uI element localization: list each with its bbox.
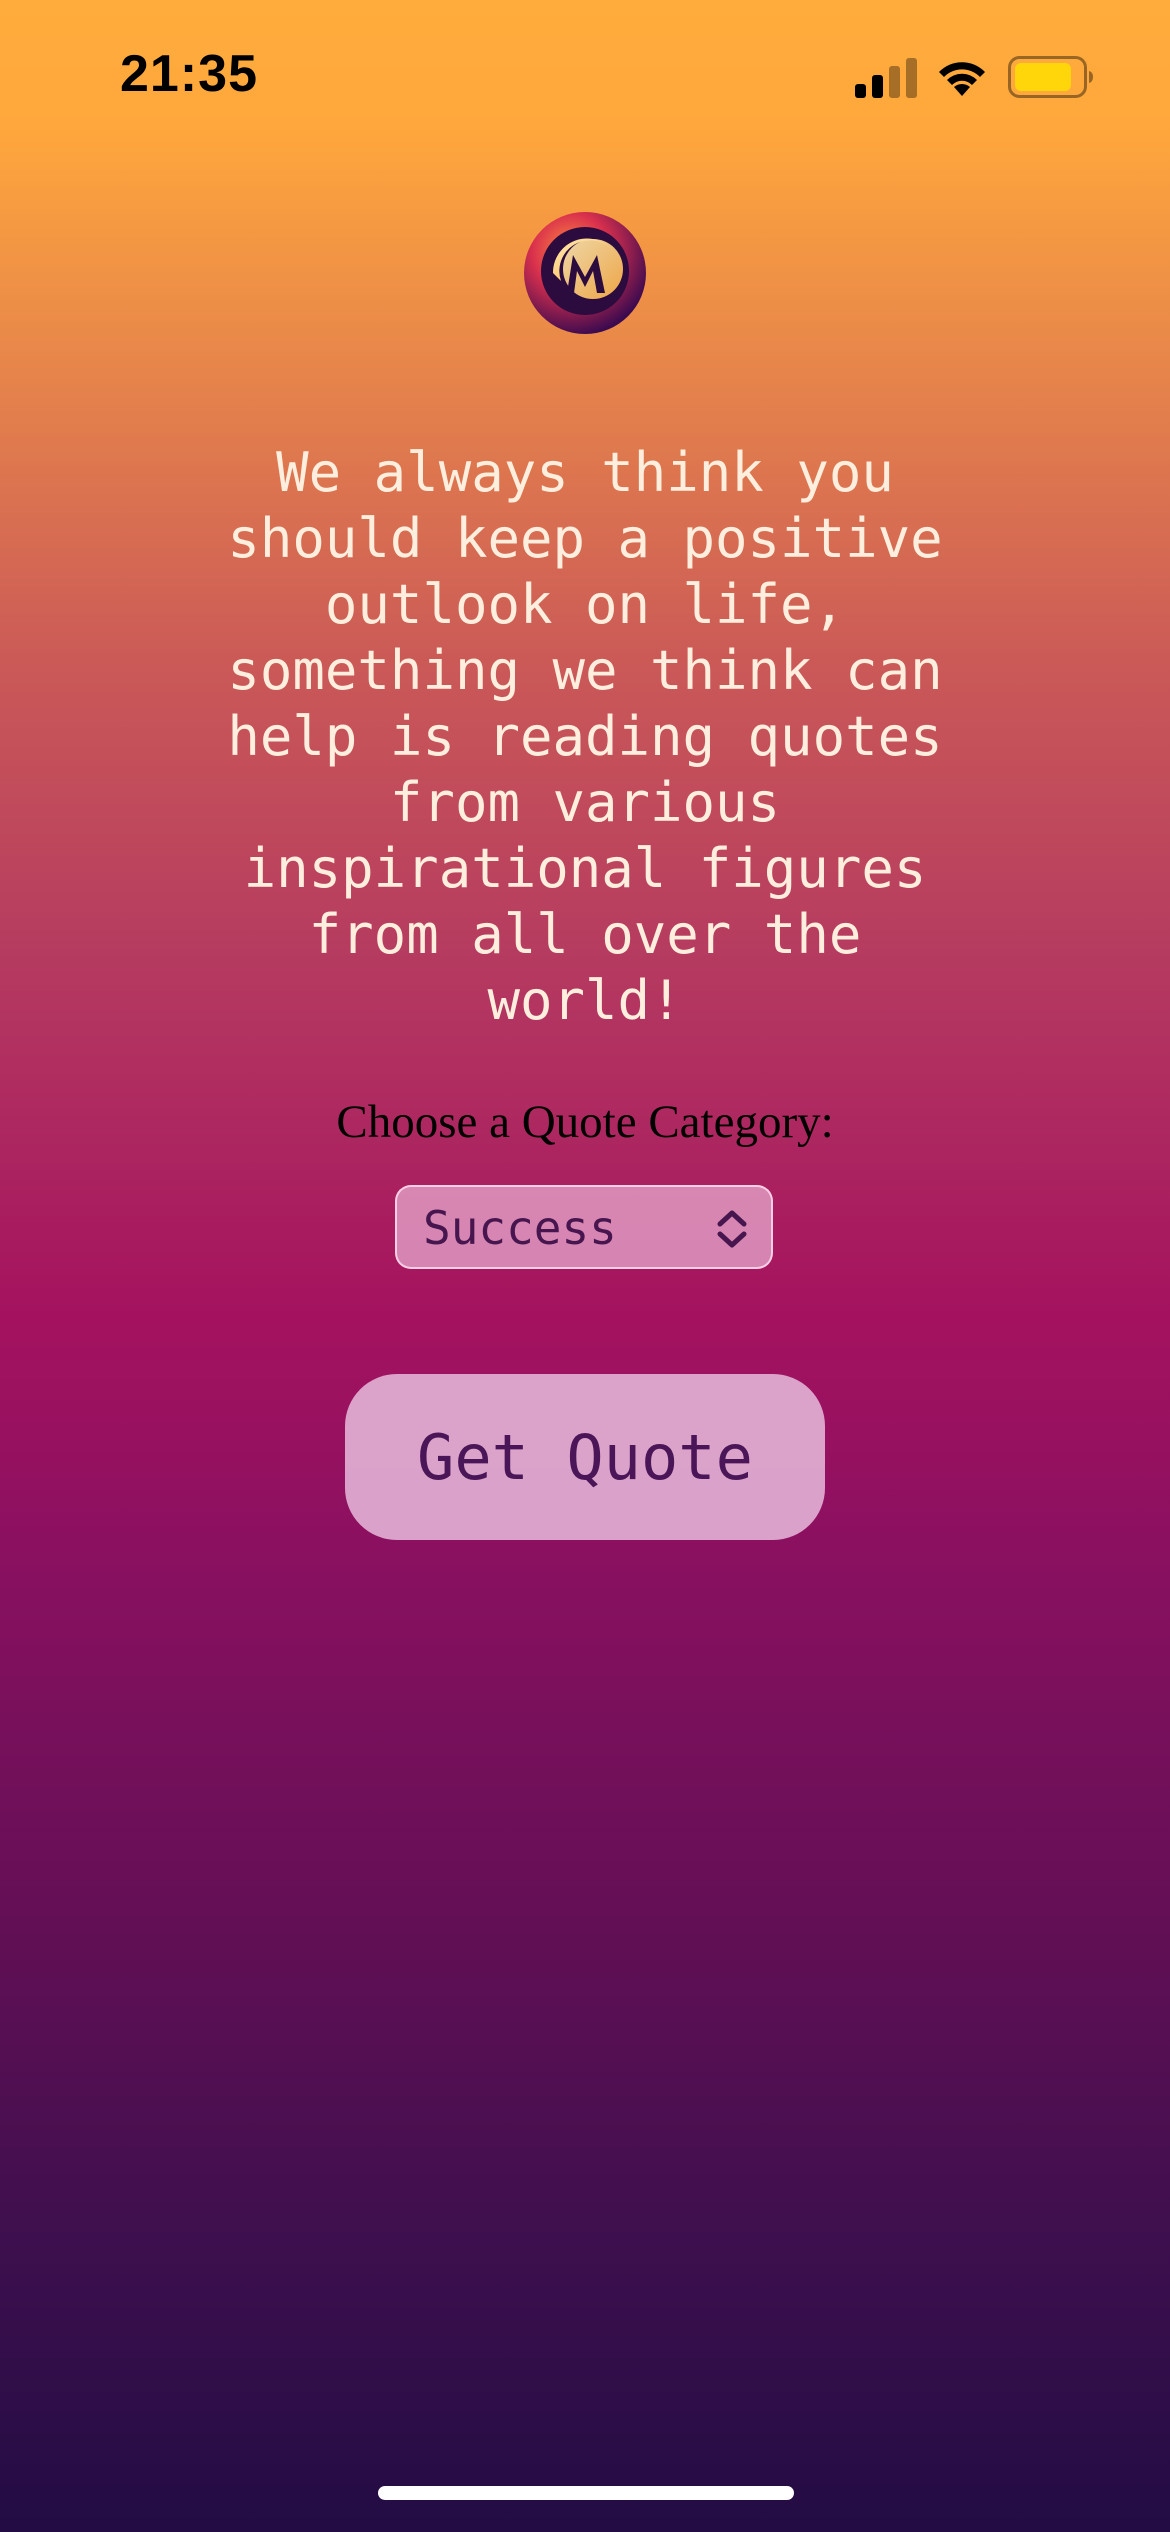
selected-category: Success xyxy=(423,1201,617,1255)
status-bar: 21:35 xyxy=(0,0,1170,150)
intro-paragraph: We always think you should keep a positi… xyxy=(227,441,943,1032)
status-time: 21:35 xyxy=(120,45,258,103)
category-label: Choose a Quote Category: xyxy=(336,1096,834,1148)
m-monogram-logo xyxy=(524,212,646,334)
battery-icon xyxy=(1008,56,1093,98)
wifi-icon xyxy=(939,62,985,96)
chevron-up-down-icon xyxy=(717,1210,747,1248)
category-select[interactable]: Success xyxy=(395,1185,773,1269)
get-quote-button[interactable]: Get Quote xyxy=(345,1374,825,1540)
home-indicator[interactable] xyxy=(378,2486,794,2500)
cellular-signal-icon xyxy=(855,58,917,98)
